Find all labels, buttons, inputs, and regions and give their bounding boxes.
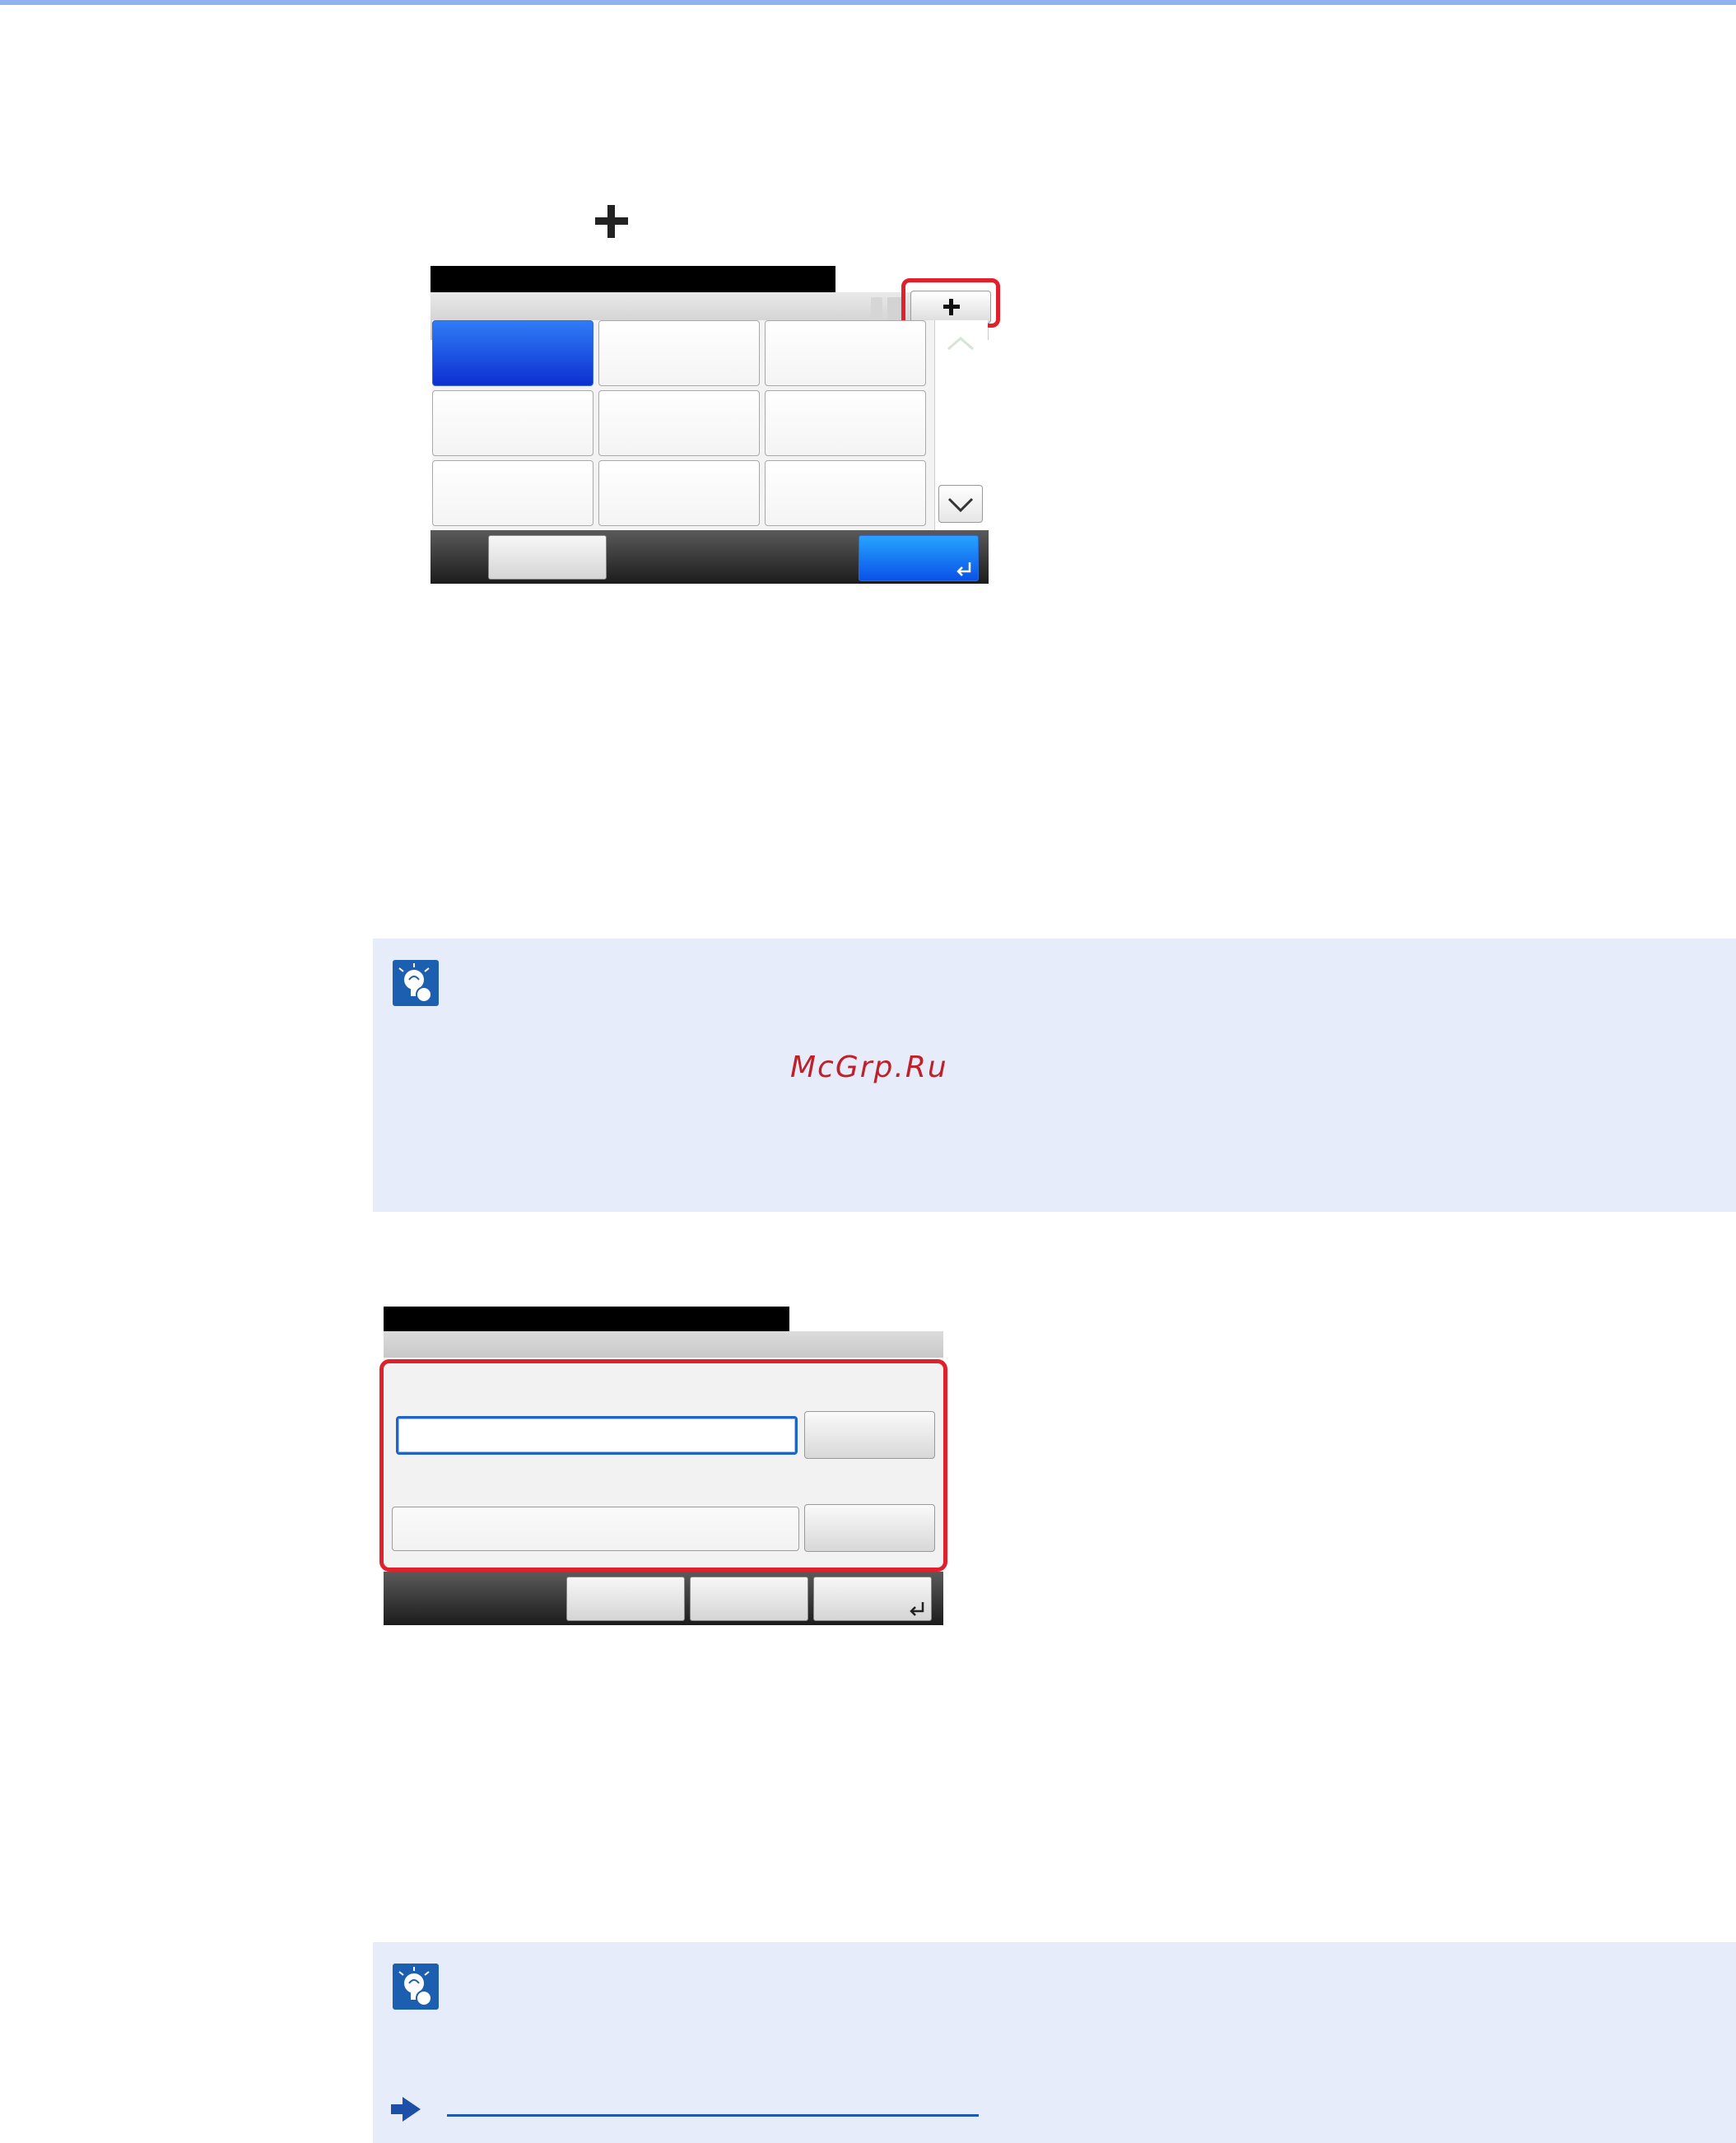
chevron-down-icon: [947, 497, 974, 513]
entry-grid: [432, 320, 934, 530]
chevron-up-icon: [947, 337, 974, 351]
scroll-up-button[interactable]: [938, 327, 983, 361]
scroll-down-button[interactable]: [938, 485, 983, 523]
enter-icon: [910, 1602, 924, 1616]
grid-cell[interactable]: [598, 320, 760, 386]
note-box: [373, 1942, 1736, 2143]
cancel-button[interactable]: [488, 535, 607, 580]
grid-cell[interactable]: [432, 390, 593, 456]
ok-button[interactable]: [813, 1577, 932, 1621]
footer-button-2[interactable]: [690, 1577, 808, 1621]
panel-title-bar: [431, 266, 835, 292]
enter-icon: [956, 562, 971, 576]
grid-cell-selected[interactable]: [432, 320, 593, 386]
delete-icon: [871, 297, 882, 320]
watermark-text: McGrp.Ru: [790, 1051, 948, 1084]
plus-icon: [591, 202, 632, 243]
grid-cell[interactable]: [765, 460, 926, 526]
reference-link[interactable]: [447, 2114, 979, 2117]
screen-panel-list: [431, 266, 1000, 584]
lightbulb-note-icon: [393, 960, 439, 1006]
screen-panel-entry: [379, 1307, 947, 1625]
note-box: McGrp.Ru: [373, 939, 1736, 1212]
grid-cell[interactable]: [765, 320, 926, 386]
panel-toolbar: [384, 1331, 943, 1358]
trash-icon: [887, 297, 902, 320]
panel-title-bar: [384, 1307, 789, 1331]
fields-highlight: [379, 1359, 947, 1572]
grid-cell[interactable]: [598, 390, 760, 456]
lightbulb-note-icon: [393, 1964, 439, 2010]
grid-cell[interactable]: [432, 460, 593, 526]
grid-cell[interactable]: [598, 460, 760, 526]
grid-cell[interactable]: [765, 390, 926, 456]
arrow-right-icon: [389, 2095, 422, 2123]
footer-button-1[interactable]: [566, 1577, 685, 1621]
top-rule: [0, 0, 1736, 5]
scrollbar[interactable]: [934, 320, 988, 530]
ok-button[interactable]: [859, 535, 979, 581]
